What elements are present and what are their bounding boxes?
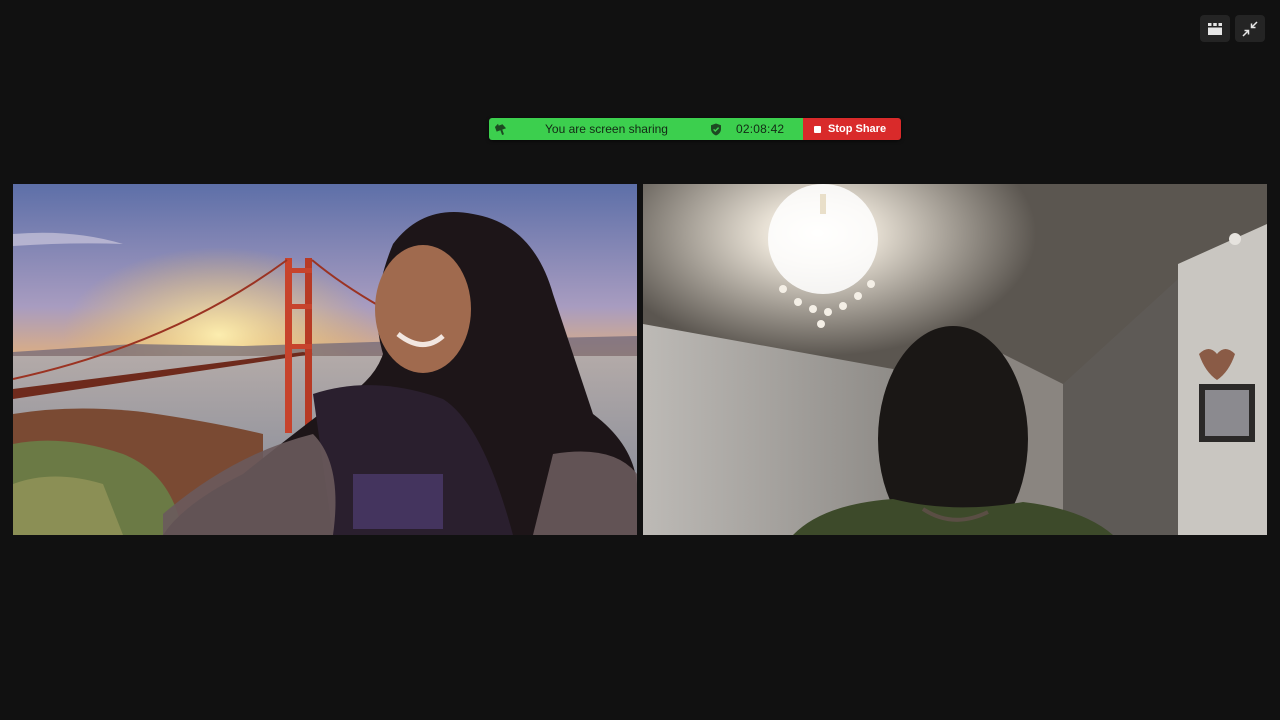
sharing-status-text: You are screen sharing xyxy=(545,122,668,136)
stop-square-icon xyxy=(814,125,821,133)
meeting-timer: 02:08:42 xyxy=(736,122,785,136)
screen-sharing-bar: You are screen sharing 02:08:42 Stop Sha… xyxy=(489,118,901,140)
gallery-view-button[interactable] xyxy=(1200,15,1230,42)
gallery-grid-icon xyxy=(1208,22,1222,35)
window-controls xyxy=(1200,15,1265,42)
exit-fullscreen-button[interactable] xyxy=(1235,15,1265,42)
participant-video-feed xyxy=(643,184,1267,535)
meeting-window: You are screen sharing 02:08:42 Stop Sha… xyxy=(0,0,1280,720)
video-tile-participant-2[interactable] xyxy=(643,184,1267,535)
collapse-arrows-icon xyxy=(1242,20,1258,37)
sharing-status[interactable]: You are screen sharing 02:08:42 xyxy=(489,118,803,140)
video-tile-participant-1[interactable] xyxy=(13,184,637,535)
shield-check-icon[interactable] xyxy=(710,123,722,136)
share-drag-arrow-icon[interactable] xyxy=(494,122,508,136)
stop-share-label: Stop Share xyxy=(828,123,887,135)
stop-share-button[interactable]: Stop Share xyxy=(803,118,901,140)
participant-video-feed xyxy=(13,184,637,535)
